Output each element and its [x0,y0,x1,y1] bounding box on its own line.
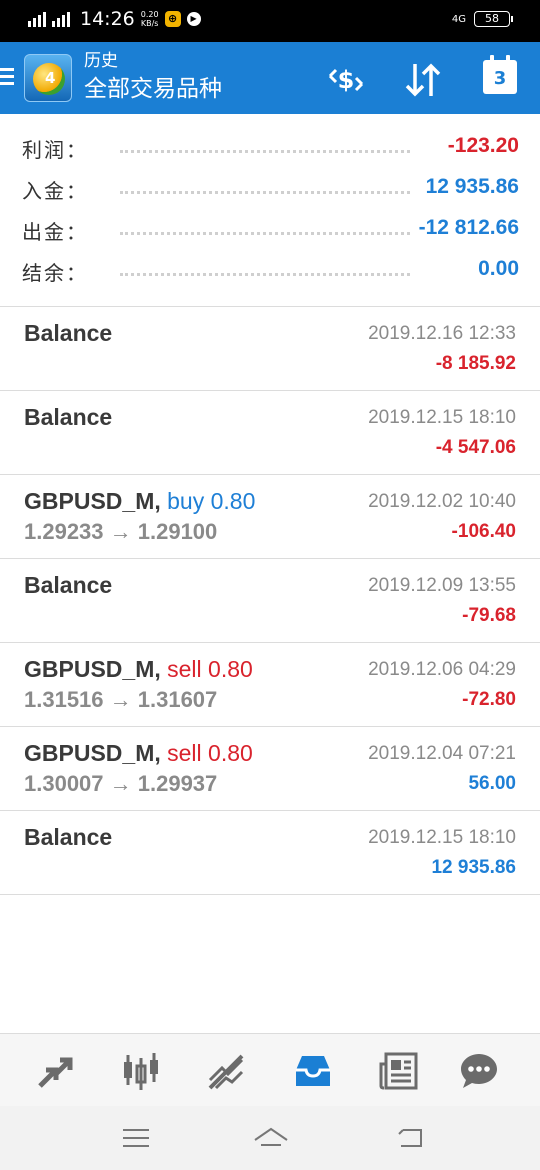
history-item[interactable]: Balance 2019.12.16 12:33 -8 185.92 [0,307,540,391]
header-titles[interactable]: 历史 全部交易品种 [84,50,222,104]
sort-icon[interactable] [403,60,443,100]
trade-lots: 0.80 [208,656,253,682]
summary-row-balance: 结余： 0.00 [22,257,519,285]
trade-prices: 1.31516 → 1.31607 [24,687,218,712]
history-item[interactable]: Balance 2019.12.09 13:55 -79.68 [0,559,540,643]
home-icon[interactable] [253,1124,289,1152]
signal-icon-sim1 [28,11,46,27]
back-icon[interactable] [397,1124,427,1152]
trade-lots: 0.80 [210,488,256,514]
summary-row-deposit: 入金： 12 935.86 [22,175,519,203]
svg-text:$: $ [338,66,355,94]
network-type: 4G [451,13,466,25]
trade-side: sell [167,656,202,682]
system-nav-bar [0,1106,540,1170]
currency-filter-icon[interactable]: $ [326,60,366,100]
app-header: 4 历史 全部交易品种 $ [0,42,540,114]
chat-tab-chat-icon[interactable] [458,1050,500,1092]
signal-icon-sim2 [52,11,70,27]
history-item[interactable]: Balance 2019.12.15 18:10 12 935.86 [0,811,540,895]
summary-row-withdrawal: 出金： -12 812.66 [22,216,519,244]
history-item[interactable]: GBPUSD_M, buy 0.80 1.29233 → 1.29100 201… [0,475,540,559]
trade-prices: 1.30007 → 1.29937 [24,771,218,796]
clock: 14:26 [80,8,135,30]
page-title: 全部交易品种 [84,76,222,102]
play-notification-icon: ▶ [186,12,201,26]
status-bar: 14:26 0.20 KB/s ⊕ ▶ 4G 58 [0,0,540,42]
chart-tab-candlestick-icon[interactable] [120,1050,162,1092]
history-tab-inbox-icon[interactable] [292,1050,334,1092]
network-speed: 0.20 KB/s [140,10,159,28]
profit-value: -123.20 [447,134,519,157]
trade-tab-trend-icon[interactable] [206,1050,248,1092]
bottom-tab-bar [0,1033,540,1106]
calendar-icon[interactable]: 3 [483,55,517,94]
history-item[interactable]: GBPUSD_M, sell 0.80 1.30007 → 1.29937 20… [0,727,540,811]
header-subtitle: 历史 [84,51,118,71]
history-item[interactable]: Balance 2019.12.15 18:10 -4 547.06 [0,391,540,475]
deposit-value: 12 935.86 [425,175,519,198]
menu-icon[interactable] [0,68,14,86]
quotes-tab-arrows-icon[interactable] [34,1050,76,1092]
notification-app-icon: ⊕ [164,11,181,27]
summary-panel: 利润： -123.20 入金： 12 935.86 出金： -12 812.66… [0,128,540,292]
history-item[interactable]: GBPUSD_M, sell 0.80 1.31516 → 1.31607 20… [0,643,540,727]
trade-side: sell [167,740,202,766]
trade-prices: 1.29233 → 1.29100 [24,519,218,544]
app-logo[interactable]: 4 [24,54,72,102]
recent-apps-icon[interactable] [121,1124,151,1152]
balance-value: 0.00 [478,257,519,280]
trade-side: buy [167,488,205,514]
trade-lots: 0.80 [208,740,253,766]
withdrawal-value: -12 812.66 [418,216,519,239]
battery-icon: 58 [474,11,513,27]
summary-row-profit: 利润： -123.20 [22,134,519,162]
news-tab-newspaper-icon[interactable] [378,1050,420,1092]
